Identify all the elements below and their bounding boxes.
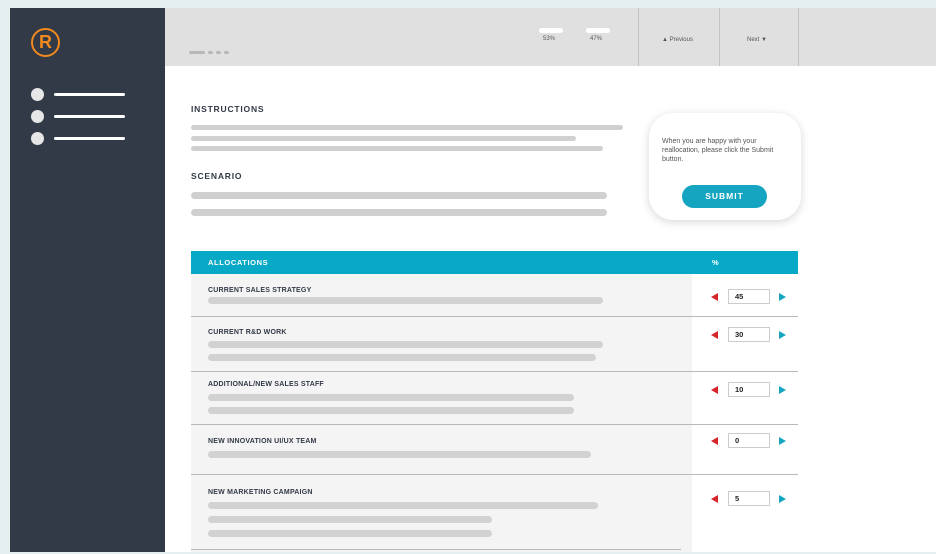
instructions-title: INSTRUCTIONS (191, 104, 265, 114)
allocations-header-label: ALLOCATIONS (208, 258, 269, 267)
progress-pill-right (586, 28, 610, 33)
percent-left: 53% (543, 36, 556, 42)
previous-button[interactable]: ▲ Previous (662, 37, 693, 43)
top-bar: 53% 47% ▲ Previous Next ▼ (165, 8, 936, 66)
logo: R (31, 28, 60, 57)
breadcrumb-placeholder (189, 51, 229, 54)
row-text-line (208, 354, 596, 361)
increase-arrow-icon[interactable] (779, 293, 786, 301)
increase-arrow-icon[interactable] (779, 386, 786, 394)
menu-line (54, 93, 125, 96)
allocation-input[interactable] (728, 382, 770, 397)
scenario-title: SCENARIO (191, 171, 243, 181)
increase-arrow-icon[interactable] (779, 495, 786, 503)
placeholder-line (224, 51, 229, 54)
allocation-input[interactable] (728, 327, 770, 342)
allocations-header: ALLOCATIONS % (191, 251, 798, 274)
submit-button[interactable]: SUBMIT (682, 185, 767, 208)
menu-dot-icon (31, 88, 44, 101)
menu-line (54, 137, 125, 140)
row-text-line (208, 407, 574, 414)
row-text-line (208, 451, 591, 458)
scenario-text-line (191, 192, 607, 199)
row-label: NEW INNOVATION UI/UX TEAM (208, 438, 317, 445)
menu-dot-icon (31, 110, 44, 123)
allocation-row: NEW INNOVATION UI/UX TEAM (191, 425, 798, 475)
menu-dot-icon (31, 132, 44, 145)
allocation-row: CURRENT SALES STRATEGY (191, 274, 798, 317)
placeholder-line (208, 51, 213, 54)
allocations-header-percent: % (712, 258, 719, 267)
allocation-row: ADDITIONAL/NEW SALES STAFF (191, 372, 798, 425)
menu-item-1[interactable] (31, 88, 125, 101)
instructions-text-line (191, 125, 623, 130)
decrease-arrow-icon[interactable] (711, 331, 718, 339)
next-button[interactable]: Next ▼ (747, 37, 767, 43)
divider (798, 8, 799, 66)
row-text-line (208, 341, 603, 348)
row-description (191, 274, 692, 316)
decrease-arrow-icon[interactable] (711, 293, 718, 301)
submit-hint: When you are happy with your reallocatio… (662, 138, 774, 163)
app-frame: R 53% 47% ▲ Previous Next ▼ INSTRUCTIONS… (10, 8, 936, 552)
menu-item-3[interactable] (31, 132, 125, 145)
allocation-input[interactable] (728, 491, 770, 506)
menu-line (54, 115, 125, 118)
row-text-line (208, 394, 574, 401)
placeholder-line (189, 51, 205, 54)
row-label: CURRENT R&D WORK (208, 329, 287, 336)
scenario-text-line (191, 209, 607, 216)
submit-card: When you are happy with your reallocatio… (649, 113, 801, 220)
decrease-arrow-icon[interactable] (711, 386, 718, 394)
increase-arrow-icon[interactable] (779, 331, 786, 339)
row-text-line (208, 516, 492, 523)
row-description (191, 475, 692, 552)
progress-pill-left (539, 28, 563, 33)
instructions-text-line (191, 136, 576, 141)
row-description (191, 425, 692, 474)
allocation-input[interactable] (728, 433, 770, 448)
increase-arrow-icon[interactable] (779, 437, 786, 445)
allocation-input[interactable] (728, 289, 770, 304)
divider (719, 8, 720, 66)
row-text-line (208, 502, 598, 509)
percent-right: 47% (590, 36, 603, 42)
divider (638, 8, 639, 66)
menu-item-2[interactable] (31, 110, 125, 123)
decrease-arrow-icon[interactable] (711, 437, 718, 445)
decrease-arrow-icon[interactable] (711, 495, 718, 503)
row-label: CURRENT SALES STRATEGY (208, 287, 312, 294)
sidebar: R (10, 8, 165, 552)
allocation-row: CURRENT R&D WORK (191, 317, 798, 372)
row-label: ADDITIONAL/NEW SALES STAFF (208, 381, 324, 388)
row-text-line (208, 297, 603, 304)
row-divider (191, 549, 681, 550)
allocation-row: NEW MARKETING CAMPAIGN (191, 475, 798, 552)
placeholder-line (216, 51, 221, 54)
row-label: NEW MARKETING CAMPAIGN (208, 489, 313, 496)
row-text-line (208, 530, 492, 537)
instructions-text-line (191, 146, 603, 151)
